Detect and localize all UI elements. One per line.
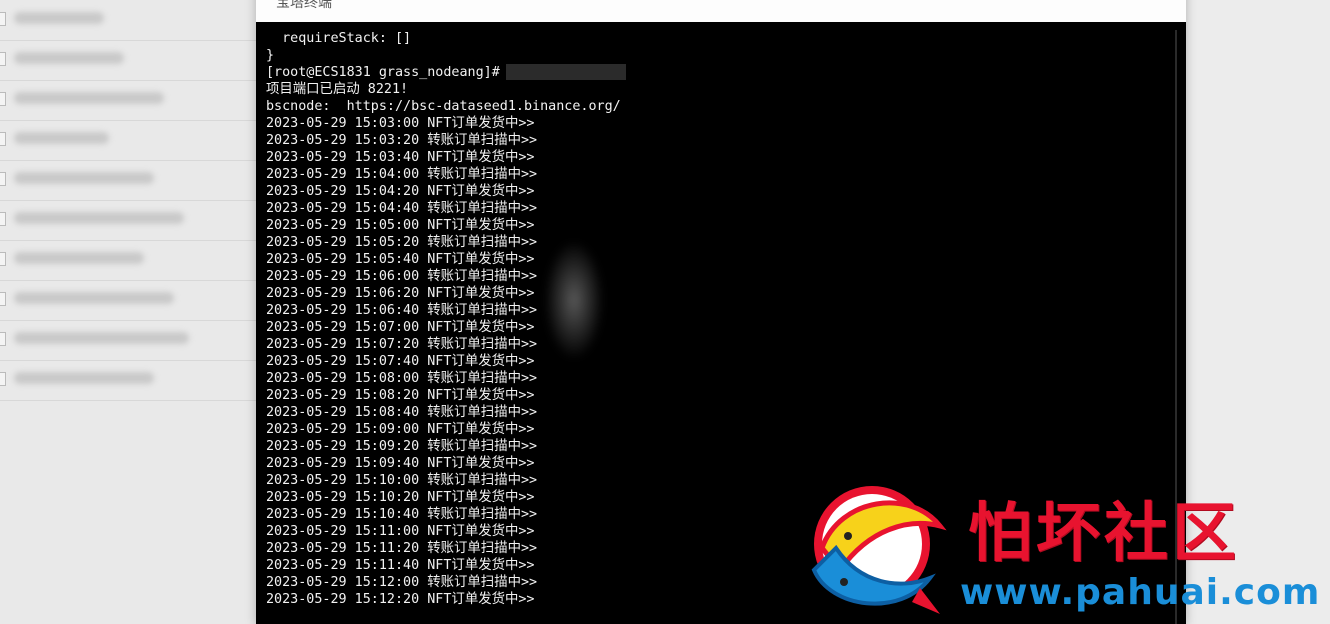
row-checkbox <box>0 132 6 146</box>
terminal-line: 2023-05-29 15:09:00 NFT订单发货中>> <box>266 422 535 437</box>
blurred-row-text <box>14 92 164 104</box>
terminal-line: bscnode: https://bsc-dataseed1.binance.o… <box>266 99 621 114</box>
terminal-line: 2023-05-29 15:11:00 NFT订单发货中>> <box>266 524 535 539</box>
blurred-row-text <box>14 212 184 224</box>
blurred-row-text <box>14 372 154 384</box>
terminal-line: } <box>266 48 275 63</box>
terminal-line: 2023-05-29 15:09:20 转账订单扫描中>> <box>266 439 538 454</box>
terminal-line: requireStack: [] <box>266 31 412 46</box>
blurred-row-text <box>14 252 144 264</box>
dialog-title: 宝塔终端 <box>276 0 332 11</box>
redacted-command <box>505 64 626 80</box>
terminal-line: 2023-05-29 15:04:00 转账订单扫描中>> <box>266 167 538 182</box>
fish-logo-icon <box>811 486 947 614</box>
terminal-line: 2023-05-29 15:10:20 NFT订单发货中>> <box>266 490 535 505</box>
blurred-row-text <box>14 12 104 24</box>
row-checkbox <box>0 372 6 386</box>
dialog-titlebar: 宝塔终端 <box>256 0 1186 23</box>
terminal-line: 2023-05-29 15:05:00 NFT订单发货中>> <box>266 218 535 233</box>
terminal-line: 2023-05-29 15:11:20 转账订单扫描中>> <box>266 541 538 556</box>
blurred-row-text <box>14 52 124 64</box>
terminal-line: 项目端口已启动 8221! <box>266 82 409 97</box>
blurred-row-text <box>14 332 189 344</box>
row-checkbox <box>0 252 6 266</box>
terminal-line: 2023-05-29 15:11:40 NFT订单发货中>> <box>266 558 535 573</box>
shell-prompt: [root@ECS1831 grass_nodeang]# <box>266 65 500 80</box>
terminal-line: 2023-05-29 15:08:40 转账订单扫描中>> <box>266 405 538 420</box>
terminal-line: 2023-05-29 15:03:00 NFT订单发货中>> <box>266 116 535 131</box>
watermark: 怕坏社区 www.pahuai.com <box>800 478 1320 618</box>
terminal-line: 2023-05-29 15:12:20 NFT订单发货中>> <box>266 592 535 607</box>
terminal-line: 2023-05-29 15:12:00 转账订单扫描中>> <box>266 575 538 590</box>
row-checkbox <box>0 52 6 66</box>
terminal-line: 2023-05-29 15:04:20 NFT订单发货中>> <box>266 184 535 199</box>
terminal-line: 2023-05-29 15:03:40 NFT订单发货中>> <box>266 150 535 165</box>
row-checkbox <box>0 172 6 186</box>
terminal-line: 2023-05-29 15:08:00 转账订单扫描中>> <box>266 371 538 386</box>
terminal-line: 2023-05-29 15:04:40 转账订单扫描中>> <box>266 201 538 216</box>
blurred-row-text <box>14 172 154 184</box>
row-checkbox <box>0 332 6 346</box>
blurred-row-text <box>14 292 174 304</box>
row-checkbox <box>0 12 6 26</box>
terminal-line: 2023-05-29 15:09:40 NFT订单发货中>> <box>266 456 535 471</box>
blurred-row-text <box>14 132 109 144</box>
row-checkbox <box>0 92 6 106</box>
terminal-line: 2023-05-29 15:10:40 转账订单扫描中>> <box>266 507 538 522</box>
redaction-smudge <box>544 240 604 360</box>
watermark-site-name: 怕坏社区 <box>968 497 1240 571</box>
row-checkbox <box>0 212 6 226</box>
terminal-prompt-line: [root@ECS1831 grass_nodeang]# <box>266 64 626 81</box>
watermark-url: www.pahuai.com <box>960 572 1321 613</box>
terminal-line: 2023-05-29 15:03:20 转账订单扫描中>> <box>266 133 538 148</box>
terminal-line: 2023-05-29 15:08:20 NFT订单发货中>> <box>266 388 535 403</box>
row-checkbox <box>0 292 6 306</box>
terminal-line: 2023-05-29 15:10:00 转账订单扫描中>> <box>266 473 538 488</box>
